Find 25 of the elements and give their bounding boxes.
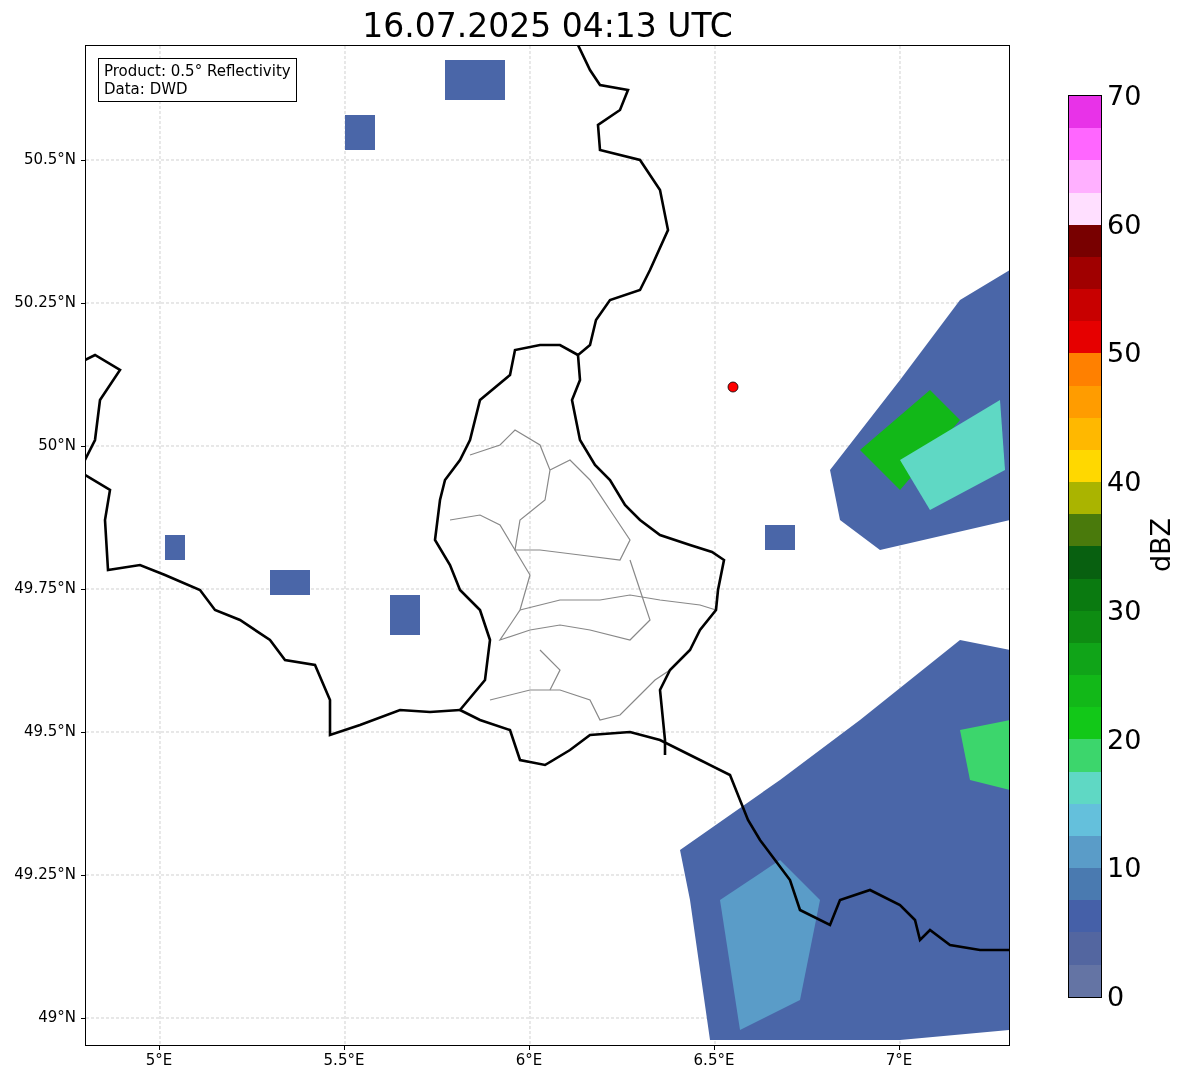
- latitude-label: 49.25°N: [14, 865, 76, 883]
- scale-value: 10: [1107, 853, 1142, 884]
- latitude-label: 49°N: [38, 1008, 76, 1026]
- longitude-label: 7°E: [885, 1051, 913, 1069]
- scale-value: 0: [1107, 982, 1125, 1012]
- latitude-label: 50.25°N: [14, 293, 76, 311]
- longitude-label: 6.5°E: [693, 1051, 735, 1069]
- radar-site-marker: [727, 381, 739, 393]
- info-text: Data: DWD: [104, 80, 189, 98]
- scale-value: 30: [1107, 595, 1142, 626]
- info-text: Product: 0.5° Reflectivity: [104, 62, 291, 80]
- latitude-label: 49.75°N: [14, 579, 76, 597]
- scale-value: 20: [1107, 724, 1142, 755]
- scale-unit-label: dBZ: [1144, 517, 1176, 573]
- longitude-label: 5.5°E: [323, 1051, 365, 1069]
- scale-value: 50: [1107, 338, 1142, 369]
- scale-value: 40: [1107, 467, 1142, 498]
- scale-value: 70: [1107, 81, 1142, 111]
- longitude-label: 6°E: [515, 1051, 543, 1069]
- latitude-label: 50°N: [38, 436, 76, 454]
- longitude-label: 5°E: [145, 1051, 173, 1069]
- chart-title: 16.07.2025 04:13 UTC: [361, 5, 734, 45]
- scale-value: 60: [1107, 209, 1142, 240]
- latitude-label: 50.5°N: [23, 150, 76, 168]
- latitude-label: 49.5°N: [23, 722, 76, 740]
